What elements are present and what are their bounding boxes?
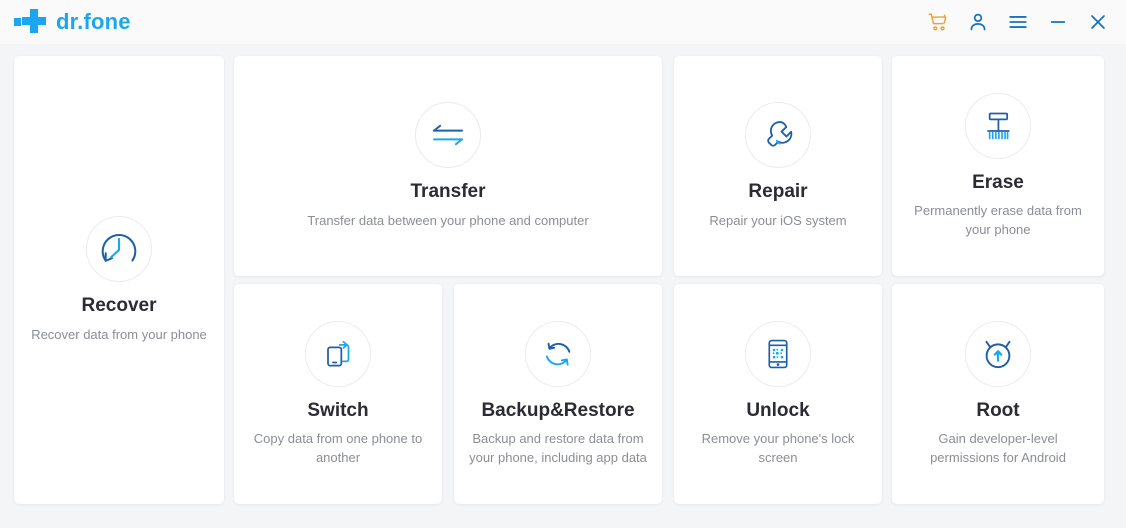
card-root[interactable]: Root Gain developer-level permissions fo… (892, 284, 1104, 504)
unlock-phone-code-icon (745, 320, 811, 387)
card-title: Backup&Restore (481, 399, 635, 421)
drfone-cross-logo-icon (14, 9, 48, 35)
card-backup-restore[interactable]: Backup&Restore Backup and restore data f… (454, 284, 662, 504)
card-title: Recover (81, 294, 157, 316)
card-description: Copy data from one phone to another (253, 431, 423, 465)
card-unlock[interactable]: Unlock Remove your phone's lock screen (674, 284, 882, 504)
app-logo: dr.fone (14, 9, 131, 35)
window-controls (918, 0, 1118, 44)
card-title: Transfer (410, 180, 486, 202)
app-title: dr.fone (56, 9, 131, 34)
erase-broom-icon (965, 92, 1031, 159)
root-android-icon (965, 320, 1031, 387)
minimize-icon[interactable] (1038, 0, 1078, 44)
card-description: Backup and restore data from your phone,… (469, 431, 647, 465)
account-icon[interactable] (958, 0, 998, 44)
card-title: Switch (307, 399, 369, 421)
backup-restore-sync-icon (525, 320, 591, 387)
card-description: Recover data from your phone (31, 326, 207, 342)
card-switch[interactable]: Switch Copy data from one phone to anoth… (234, 284, 442, 504)
card-description: Permanently erase data from your phone (914, 203, 1082, 237)
menu-icon[interactable] (998, 0, 1038, 44)
recover-clock-icon (86, 215, 152, 282)
card-description: Repair your iOS system (709, 212, 847, 228)
card-transfer[interactable]: Transfer Transfer data between your phon… (234, 56, 662, 276)
card-title: Unlock (746, 399, 810, 421)
close-icon[interactable] (1078, 0, 1118, 44)
card-recover[interactable]: Recover Recover data from your phone (14, 56, 224, 504)
card-description: Remove your phone's lock screen (701, 431, 855, 465)
card-description: Transfer data between your phone and com… (307, 212, 589, 228)
switch-phones-icon (305, 320, 371, 387)
card-erase[interactable]: Erase Permanently erase data from your p… (892, 56, 1104, 276)
title-bar: dr.fone (0, 0, 1126, 44)
card-title: Root (976, 399, 1020, 421)
card-title: Erase (972, 171, 1024, 193)
cart-icon[interactable] (918, 0, 958, 44)
card-description: Gain developer-level permissions for And… (930, 431, 1066, 465)
feature-grid: Recover Recover data from your phone Tra… (0, 44, 1126, 528)
repair-wrench-icon (745, 101, 811, 168)
transfer-arrows-icon (415, 101, 481, 168)
card-repair[interactable]: Repair Repair your iOS system (674, 56, 882, 276)
card-title: Repair (748, 180, 808, 202)
